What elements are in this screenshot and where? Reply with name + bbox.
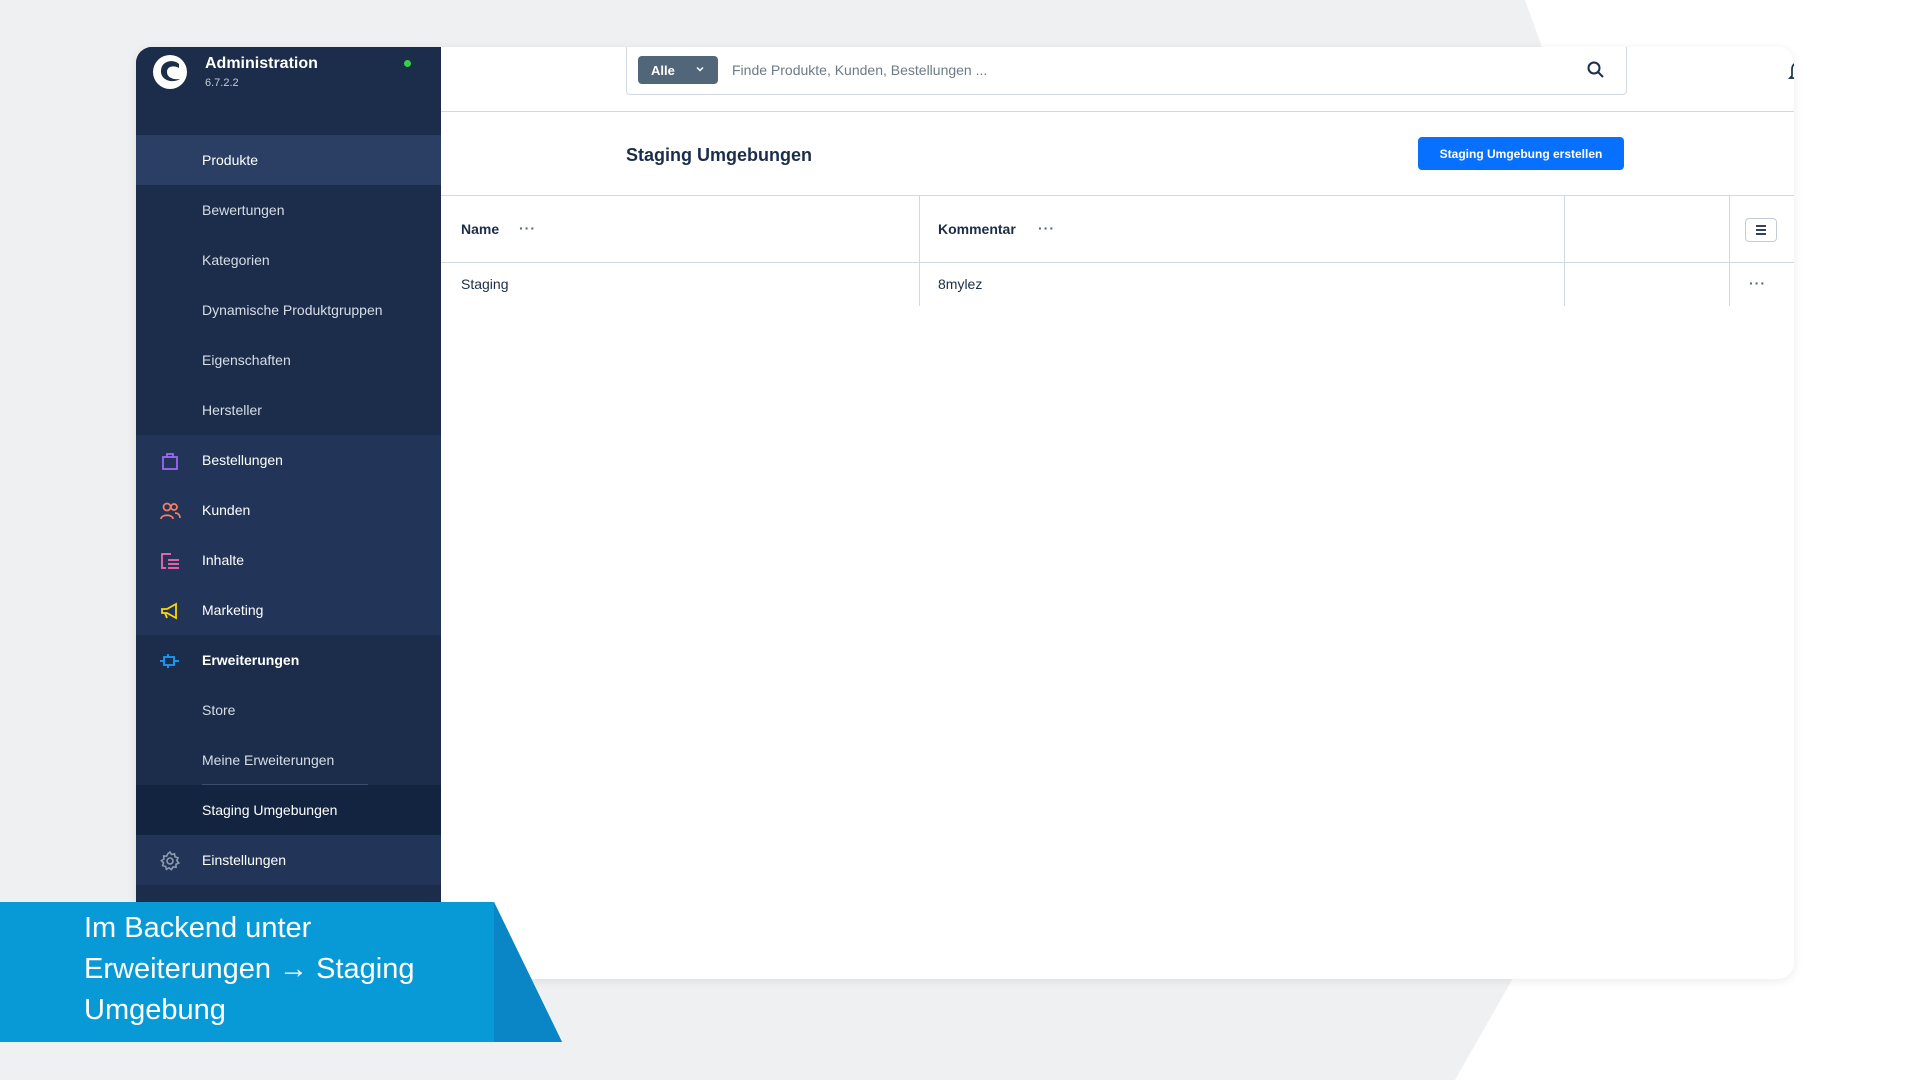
menu-icon (1756, 225, 1766, 235)
admin-window: Administration 6.7.2.2 Produkte Bewertun… (136, 47, 1794, 979)
cell-name[interactable]: Staging (461, 276, 508, 292)
sidebar-item-label: Erweiterungen (202, 652, 300, 668)
topbar: Alle (441, 47, 1794, 112)
shopware-logo-icon (153, 55, 187, 89)
sidebar-item-inhalte[interactable]: Inhalte (136, 535, 441, 585)
column-header-name[interactable]: Name (461, 221, 499, 237)
sidebar-item-hersteller[interactable]: Hersteller (136, 385, 441, 435)
sidebar-item-eigenschaften[interactable]: Eigenschaften (136, 335, 441, 385)
sidebar-item-meine-erweiterungen[interactable]: Meine Erweiterungen (136, 735, 441, 785)
sidebar-item-produkte[interactable]: Produkte (136, 135, 441, 185)
sidebar-item-label: Bestellungen (202, 452, 283, 468)
sidebar-item-label: Staging Umgebungen (202, 802, 338, 818)
status-indicator (404, 60, 411, 67)
sidebar-item-bewertungen[interactable]: Bewertungen (136, 185, 441, 235)
column-divider (919, 196, 920, 306)
sidebar-item-einstellungen[interactable]: Einstellungen (136, 835, 441, 885)
page-title: Staging Umgebungen (626, 145, 812, 165)
sidebar-nav: Produkte Bewertungen Kategorien Dynamisc… (136, 135, 441, 885)
content-icon (161, 553, 179, 569)
row-actions-button[interactable]: ··· (1749, 275, 1766, 291)
sidebar-item-dynamische-produktgruppen[interactable]: Dynamische Produktgruppen (136, 285, 441, 335)
caption-text: Im Backend unter Erweiterungen → Staging… (84, 912, 415, 1026)
sidebar-item-label: Hersteller (202, 402, 262, 418)
global-search: Alle (626, 47, 1627, 95)
cell-comment: 8mylez (938, 276, 983, 292)
search-icon[interactable] (1586, 60, 1606, 80)
create-staging-button[interactable]: Staging Umgebung erstellen (1418, 137, 1624, 170)
gear-icon (160, 850, 181, 871)
column-divider (1564, 196, 1565, 306)
sidebar-item-erweiterungen[interactable]: Erweiterungen (136, 635, 441, 685)
sidebar-header: Administration 6.7.2.2 (136, 47, 441, 127)
sidebar-item-store[interactable]: Store (136, 685, 441, 735)
sidebar-item-label: Eigenschaften (202, 352, 291, 368)
search-type-label: Alle (651, 62, 675, 78)
sidebar-item-label: Inhalte (202, 552, 245, 568)
sidebar-item-label: Einstellungen (202, 852, 287, 868)
sidebar-item-label: Marketing (202, 602, 264, 618)
sidebar-item-staging-umgebungen[interactable]: Staging Umgebungen (136, 785, 441, 835)
sidebar-item-marketing[interactable]: Marketing (136, 585, 441, 635)
bell-icon[interactable] (1786, 58, 1794, 84)
sidebar-item-label: Store (202, 702, 236, 718)
sidebar-item-label: Bewertungen (202, 202, 285, 218)
grid-header (441, 196, 1794, 263)
shopping-bag-icon (162, 453, 178, 470)
data-grid: Name ··· Kommentar ··· Staging 8mylez ··… (441, 195, 1794, 306)
sidebar-item-label: Kunden (202, 502, 251, 518)
app-title: Administration (205, 55, 318, 72)
chevron-down-icon (696, 66, 704, 72)
megaphone-icon (161, 602, 177, 620)
sidebar-item-bestellungen[interactable]: Bestellungen (136, 435, 441, 485)
search-type-select[interactable]: Alle (638, 56, 718, 84)
column-menu-kommentar[interactable]: ··· (1038, 220, 1055, 236)
sidebar-item-kunden[interactable]: Kunden (136, 485, 441, 535)
sidebar: Administration 6.7.2.2 Produkte Bewertun… (136, 47, 441, 979)
grid-settings-button[interactable] (1745, 218, 1777, 242)
plug-icon (160, 654, 179, 668)
sidebar-item-label: Meine Erweiterungen (202, 752, 335, 768)
search-input[interactable] (732, 56, 1552, 84)
column-menu-name[interactable]: ··· (519, 220, 536, 236)
sidebar-item-kategorien[interactable]: Kategorien (136, 235, 441, 285)
users-icon (160, 502, 181, 520)
column-divider (1729, 196, 1730, 306)
sidebar-item-label: Kategorien (202, 252, 270, 268)
column-header-kommentar[interactable]: Kommentar (938, 221, 1016, 237)
sidebar-item-label: Produkte (202, 152, 259, 168)
sidebar-item-label: Dynamische Produktgruppen (202, 302, 383, 318)
app-version: 6.7.2.2 (205, 77, 239, 89)
